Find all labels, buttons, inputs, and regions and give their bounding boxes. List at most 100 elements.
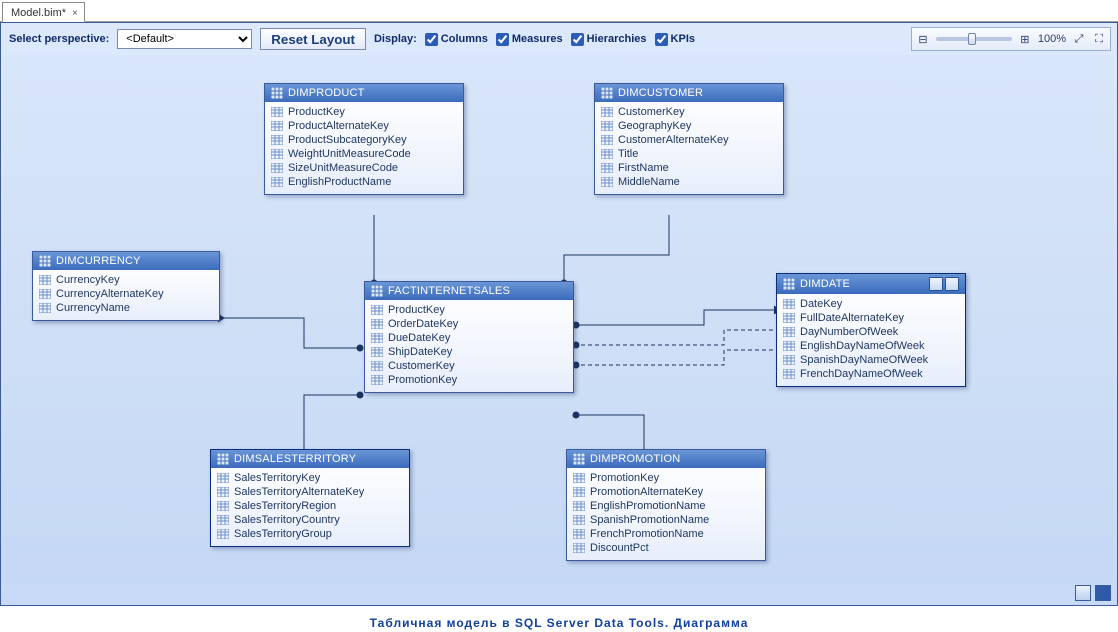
close-icon[interactable]: × bbox=[72, 8, 78, 19]
entity-columns: DateKeyFullDateAlternateKeyDayNumberOfWe… bbox=[777, 294, 965, 386]
column-row[interactable]: SalesTerritoryAlternateKey bbox=[215, 485, 405, 499]
tab-model-bim[interactable]: Model.bim* × bbox=[2, 2, 85, 22]
column-row[interactable]: CurrencyAlternateKey bbox=[37, 287, 215, 301]
column-icon bbox=[371, 305, 383, 315]
column-row[interactable]: WeightUnitMeasureCode bbox=[269, 147, 459, 161]
kpis-toggle[interactable]: KPIs bbox=[655, 33, 695, 46]
diagram-canvas[interactable]: DimProduct ProductKeyProductAlternateKey… bbox=[4, 55, 1114, 583]
column-row[interactable]: FirstName bbox=[599, 161, 779, 175]
column-icon bbox=[573, 501, 585, 511]
fit-icon[interactable]: ⤢ bbox=[1072, 32, 1086, 46]
column-icon bbox=[783, 341, 795, 351]
column-row[interactable]: ProductKey bbox=[269, 105, 459, 119]
column-row[interactable]: DiscountPct bbox=[571, 541, 761, 555]
entity-factinternetsales[interactable]: FactInternetSales ProductKeyOrderDateKey… bbox=[364, 281, 574, 393]
column-row[interactable]: GeographyKey bbox=[599, 119, 779, 133]
column-label: SpanishDayNameOfWeek bbox=[800, 354, 928, 366]
column-row[interactable]: CurrencyName bbox=[37, 301, 215, 315]
column-row[interactable]: OrderDateKey bbox=[369, 317, 569, 331]
entity-dimcurrency[interactable]: DimCurrency CurrencyKeyCurrencyAlternate… bbox=[32, 251, 220, 321]
zoom-in-icon[interactable]: ⊞ bbox=[1018, 32, 1032, 46]
column-row[interactable]: EnglishDayNameOfWeek bbox=[781, 339, 961, 353]
zoom-control[interactable]: ⊟ ⊞ 100% ⤢ ⛶ bbox=[911, 27, 1111, 51]
column-row[interactable]: CustomerKey bbox=[369, 359, 569, 373]
measures-toggle[interactable]: Measures bbox=[496, 33, 563, 46]
fullscreen-icon[interactable]: ⛶ bbox=[1092, 32, 1106, 46]
hierarchies-checkbox[interactable] bbox=[571, 33, 584, 46]
column-row[interactable]: DateKey bbox=[781, 297, 961, 311]
entity-dimsalesterritory[interactable]: DimSalesTerritory SalesTerritoryKeySales… bbox=[210, 449, 410, 547]
column-label: SalesTerritoryAlternateKey bbox=[234, 486, 364, 498]
entity-columns: CurrencyKeyCurrencyAlternateKeyCurrencyN… bbox=[33, 270, 219, 320]
columns-toggle[interactable]: Columns bbox=[425, 33, 488, 46]
column-icon bbox=[601, 149, 613, 159]
column-icon bbox=[371, 333, 383, 343]
diagram-view-icon[interactable] bbox=[1095, 585, 1111, 601]
perspective-label: Select perspective: bbox=[9, 33, 109, 45]
columns-checkbox[interactable] bbox=[425, 33, 438, 46]
column-row[interactable]: EnglishPromotionName bbox=[571, 499, 761, 513]
zoom-thumb[interactable] bbox=[968, 33, 976, 45]
column-icon bbox=[601, 135, 613, 145]
entity-dimcustomer[interactable]: DimCustomer CustomerKeyGeographyKeyCusto… bbox=[594, 83, 784, 195]
column-row[interactable]: FrenchDayNameOfWeek bbox=[781, 367, 961, 381]
column-row[interactable]: CustomerKey bbox=[599, 105, 779, 119]
table-icon bbox=[271, 87, 283, 99]
column-label: SalesTerritoryRegion bbox=[234, 500, 336, 512]
entity-dimpromotion[interactable]: DimPromotion PromotionKeyPromotionAltern… bbox=[566, 449, 766, 561]
column-row[interactable]: ShipDateKey bbox=[369, 345, 569, 359]
column-label: DateKey bbox=[800, 298, 842, 310]
column-icon bbox=[217, 487, 229, 497]
column-icon bbox=[271, 107, 283, 117]
column-icon bbox=[601, 177, 613, 187]
column-row[interactable]: SalesTerritoryRegion bbox=[215, 499, 405, 513]
column-row[interactable]: SalesTerritoryCountry bbox=[215, 513, 405, 527]
zoom-out-icon[interactable]: ⊟ bbox=[916, 32, 930, 46]
column-row[interactable]: SalesTerritoryKey bbox=[215, 471, 405, 485]
table-icon bbox=[783, 278, 795, 290]
column-label: FrenchDayNameOfWeek bbox=[800, 368, 923, 380]
column-icon bbox=[371, 361, 383, 371]
column-icon bbox=[573, 543, 585, 553]
grid-view-icon[interactable] bbox=[1075, 585, 1091, 601]
column-row[interactable]: MiddleName bbox=[599, 175, 779, 189]
column-row[interactable]: FrenchPromotionName bbox=[571, 527, 761, 541]
column-icon bbox=[371, 375, 383, 385]
column-label: ProductKey bbox=[388, 304, 445, 316]
column-row[interactable]: DayNumberOfWeek bbox=[781, 325, 961, 339]
column-icon bbox=[573, 473, 585, 483]
column-row[interactable]: PromotionKey bbox=[571, 471, 761, 485]
perspective-select[interactable]: <Default> bbox=[117, 29, 252, 49]
column-row[interactable]: DueDateKey bbox=[369, 331, 569, 345]
column-row[interactable]: ProductKey bbox=[369, 303, 569, 317]
column-row[interactable]: CustomerAlternateKey bbox=[599, 133, 779, 147]
column-icon bbox=[573, 515, 585, 525]
column-row[interactable]: SpanishPromotionName bbox=[571, 513, 761, 527]
column-row[interactable]: ProductAlternateKey bbox=[269, 119, 459, 133]
entity-dimdate[interactable]: DimDate DateKeyFullDateAlternateKeyDayNu… bbox=[776, 273, 966, 387]
column-row[interactable]: SizeUnitMeasureCode bbox=[269, 161, 459, 175]
column-label: DueDateKey bbox=[388, 332, 450, 344]
column-row[interactable]: Title bbox=[599, 147, 779, 161]
column-row[interactable]: EnglishProductName bbox=[269, 175, 459, 189]
measures-checkbox[interactable] bbox=[496, 33, 509, 46]
entity-dimproduct[interactable]: DimProduct ProductKeyProductAlternateKey… bbox=[264, 83, 464, 195]
entity-maximize-icon[interactable] bbox=[929, 277, 943, 291]
column-row[interactable]: PromotionKey bbox=[369, 373, 569, 387]
column-label: CurrencyAlternateKey bbox=[56, 288, 164, 300]
column-row[interactable]: FullDateAlternateKey bbox=[781, 311, 961, 325]
kpis-checkbox[interactable] bbox=[655, 33, 668, 46]
zoom-slider[interactable] bbox=[936, 37, 1012, 41]
entity-restore-icon[interactable] bbox=[945, 277, 959, 291]
hierarchies-toggle[interactable]: Hierarchies bbox=[571, 33, 647, 46]
reset-layout-button[interactable]: Reset Layout bbox=[260, 28, 366, 50]
column-label: CustomerAlternateKey bbox=[618, 134, 729, 146]
column-row[interactable]: CurrencyKey bbox=[37, 273, 215, 287]
column-icon bbox=[217, 515, 229, 525]
column-row[interactable]: SalesTerritoryGroup bbox=[215, 527, 405, 541]
document-tabstrip: Model.bim* × bbox=[0, 0, 1118, 22]
column-row[interactable]: SpanishDayNameOfWeek bbox=[781, 353, 961, 367]
column-label: SpanishPromotionName bbox=[590, 514, 709, 526]
column-row[interactable]: ProductSubcategoryKey bbox=[269, 133, 459, 147]
column-row[interactable]: PromotionAlternateKey bbox=[571, 485, 761, 499]
